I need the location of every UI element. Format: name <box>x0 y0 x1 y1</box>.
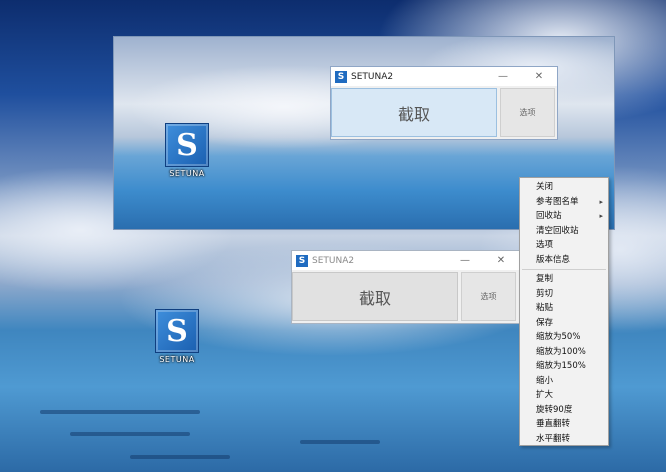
menu-item-version-info[interactable]: 版本信息 <box>520 253 608 268</box>
submenu-arrow-icon: ▸ <box>599 197 603 206</box>
menu-item-flip-horizontal[interactable]: 水平翻转 <box>520 432 608 447</box>
menu-item-save[interactable]: 保存 <box>520 316 608 331</box>
menu-item-close[interactable]: 关闭 <box>520 180 608 195</box>
menu-item-shrink[interactable]: 缩小 <box>520 374 608 389</box>
context-menu: 关闭 参考图名单 ▸ 回收站 ▸ 清空回收站 选项 版本信息 复制 剪切 粘贴 保存… <box>519 177 609 446</box>
window-title: SETUNA2 <box>351 71 394 82</box>
menu-item-reference-list[interactable]: 参考图名单 ▸ <box>520 195 608 210</box>
capture-button[interactable]: 截取 <box>292 272 458 321</box>
desktop-wallpaper-detail <box>40 410 200 414</box>
setuna-window-active: S SETUNA2 — ✕ 截取 选项 <box>330 66 558 140</box>
menu-item-empty-recycle-bin[interactable]: 清空回收站 <box>520 224 608 239</box>
menu-item-zoom-150[interactable]: 缩放为150% <box>520 359 608 374</box>
app-logo-icon: S <box>335 70 347 83</box>
menu-item-enlarge[interactable]: 扩大 <box>520 388 608 403</box>
captured-icon-label: SETUNA <box>169 169 205 178</box>
setuna-app-icon: S <box>155 309 199 353</box>
minimize-button[interactable]: — <box>485 67 521 86</box>
desktop-wallpaper-detail <box>130 455 230 459</box>
menu-item-flip-vertical[interactable]: 垂直翻转 <box>520 417 608 432</box>
menu-item-rotate-90[interactable]: 旋转90度 <box>520 403 608 418</box>
menu-item-cut[interactable]: 剪切 <box>520 287 608 302</box>
window-titlebar[interactable]: S SETUNA2 — ✕ <box>331 67 557 86</box>
window-title: SETUNA2 <box>312 255 355 266</box>
setuna-app-icon: S <box>165 123 209 167</box>
options-button[interactable]: 选项 <box>500 88 555 137</box>
options-button[interactable]: 选项 <box>461 272 516 321</box>
menu-item-options[interactable]: 选项 <box>520 238 608 253</box>
app-logo-icon: S <box>296 254 308 267</box>
close-button[interactable]: ✕ <box>483 251 519 270</box>
menu-item-paste[interactable]: 粘贴 <box>520 301 608 316</box>
menu-item-zoom-100[interactable]: 缩放为100% <box>520 345 608 360</box>
menu-item-recycle-bin[interactable]: 回收站 ▸ <box>520 209 608 224</box>
minimize-button[interactable]: — <box>447 251 483 270</box>
submenu-arrow-icon: ▸ <box>599 212 603 220</box>
close-button[interactable]: ✕ <box>521 67 557 86</box>
captured-desktop-icon: S SETUNA <box>158 123 216 178</box>
menu-item-zoom-50[interactable]: 缩放为50% <box>520 330 608 345</box>
desktop-wallpaper-detail <box>300 440 380 444</box>
desktop-icon-setuna[interactable]: S SETUNA <box>148 309 206 364</box>
menu-item-copy[interactable]: 复制 <box>520 272 608 287</box>
menu-separator <box>522 269 606 270</box>
desktop-wallpaper-detail <box>70 432 190 436</box>
window-titlebar[interactable]: S SETUNA2 — ✕ <box>292 251 519 270</box>
capture-button[interactable]: 截取 <box>331 88 497 137</box>
desktop-icon-label: SETUNA <box>159 355 195 364</box>
setuna-window-inactive: S SETUNA2 — ✕ 截取 选项 <box>291 250 520 324</box>
